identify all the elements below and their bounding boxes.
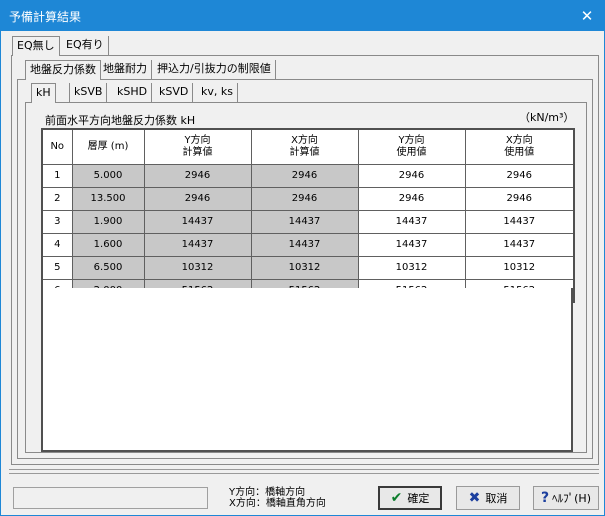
direction-note-y: Y方向：橋軸方向 [229, 487, 306, 498]
grid-header-row: No 層厚 (m) Y方向 計算値 X方向 計算値 Y方向 使用値 X方向 使用値 [41, 128, 575, 165]
table-row: 5 6.500 10312 10312 10312 10312 [41, 255, 575, 280]
header-y-use-line2: 使用値 [396, 146, 427, 158]
tab-eq-none[interactable]: EQ無し [12, 36, 60, 56]
cell-x-use[interactable]: 14437 [464, 232, 575, 257]
confirm-button[interactable]: ✔ 確定 [378, 486, 442, 510]
window-title: 予備計算結果 [9, 10, 82, 24]
cancel-button[interactable]: ✖ 取消 [456, 486, 520, 510]
row-no: 1 [41, 163, 73, 188]
cell-thickness: 6.500 [71, 255, 145, 280]
tab-push-pull-limit[interactable]: 押込力/引抜力の制限値 [153, 60, 276, 80]
cell-y-use[interactable]: 14437 [357, 209, 466, 234]
cell-y-calc: 2946 [143, 163, 252, 188]
help-question-icon: ? [541, 490, 550, 506]
cell-x-use[interactable]: 2946 [464, 163, 575, 188]
cell-thickness: 1.600 [71, 232, 145, 257]
header-thickness: 層厚 (m) [71, 128, 145, 165]
cell-x-calc: 2946 [250, 163, 359, 188]
cell-x-use[interactable]: 2946 [464, 186, 575, 211]
table-row: 4 1.600 14437 14437 14437 14437 [41, 232, 575, 257]
cell-thickness: 5.000 [71, 163, 145, 188]
header-no-text: No [50, 140, 65, 152]
cell-y-use[interactable]: 2946 [357, 186, 466, 211]
header-y-calc: Y方向 計算値 [143, 128, 252, 165]
cell-y-calc: 10312 [143, 255, 252, 280]
cell-thickness: 1.900 [71, 209, 145, 234]
checkmark-icon: ✔ [390, 490, 403, 506]
tab-eq-with[interactable]: EQ有り [62, 36, 109, 56]
row-no: 4 [41, 232, 73, 257]
cell-x-calc: 14437 [250, 209, 359, 234]
header-y-calc-line2: 計算値 [182, 146, 213, 158]
cell-x-calc: 2946 [250, 186, 359, 211]
footer-divider [9, 469, 599, 470]
header-x-use-line2: 使用値 [504, 146, 535, 158]
cell-x-use[interactable]: 10312 [464, 255, 575, 280]
row-no: 5 [41, 255, 73, 280]
cell-y-calc: 14437 [143, 232, 252, 257]
cell-y-use[interactable]: 10312 [357, 255, 466, 280]
cancel-x-icon: ✖ [468, 490, 481, 506]
cell-y-calc: 2946 [143, 186, 252, 211]
header-y-use: Y方向 使用値 [357, 128, 466, 165]
tab-bearing-capacity[interactable]: 地盤耐力 [99, 60, 152, 80]
help-button[interactable]: ? ﾍﾙﾌﾟ(H) [533, 486, 599, 510]
help-label: ﾍﾙﾌﾟ(H) [552, 492, 591, 505]
cell-y-calc: 14437 [143, 209, 252, 234]
table-row: 2 13.500 2946 2946 2946 2946 [41, 186, 575, 211]
dialog-window: 予備計算結果 ✕ EQ無し EQ有り 地盤反力係数 地盤耐力 押込力/引抜力の制… [0, 0, 605, 516]
unit-label: （kN/m³） [519, 111, 575, 124]
tab-subgrade-reaction[interactable]: 地盤反力係数 [25, 60, 101, 80]
row-no: 3 [41, 209, 73, 234]
grid-empty-area [41, 288, 573, 452]
table-row: 1 5.000 2946 2946 2946 2946 [41, 163, 575, 188]
table-row: 3 1.900 14437 14437 14437 14437 [41, 209, 575, 234]
header-y-use-line1: Y方向 [398, 134, 425, 146]
header-x-calc-line2: 計算値 [289, 146, 320, 158]
row-no: 2 [41, 186, 73, 211]
cell-y-use[interactable]: 14437 [357, 232, 466, 257]
tab-kshd[interactable]: kSHD [113, 83, 153, 103]
title-bar: 予備計算結果 ✕ [1, 1, 604, 31]
tab-ksvb[interactable]: kSVB [69, 83, 108, 103]
cancel-label: 取消 [485, 492, 508, 505]
direction-note-x: X方向：橋軸直角方向 [229, 498, 326, 509]
panel-heading: 前面水平方向地盤反力係数 kH [45, 114, 196, 127]
header-y-calc-line1: Y方向 [184, 134, 211, 146]
header-x-calc: X方向 計算値 [250, 128, 359, 165]
footer-divider-2 [9, 473, 599, 474]
status-field [13, 487, 208, 509]
cell-y-use[interactable]: 2946 [357, 163, 466, 188]
header-x-calc-line1: X方向 [291, 134, 318, 146]
cell-x-calc: 10312 [250, 255, 359, 280]
tab-kh[interactable]: kH [31, 83, 56, 103]
tab-ksvd[interactable]: kSVD [155, 83, 194, 103]
cell-thickness: 13.500 [71, 186, 145, 211]
cell-x-calc: 14437 [250, 232, 359, 257]
tab-kv-ks[interactable]: kv, ks [197, 83, 238, 103]
close-icon[interactable]: ✕ [570, 1, 604, 31]
header-x-use: X方向 使用値 [464, 128, 575, 165]
cell-x-use[interactable]: 14437 [464, 209, 575, 234]
result-grid: No 層厚 (m) Y方向 計算値 X方向 計算値 Y方向 使用値 X方向 使用値 1 … [41, 128, 575, 303]
header-thickness-text: 層厚 (m) [87, 140, 129, 152]
confirm-label: 確定 [407, 492, 430, 505]
header-x-use-line1: X方向 [505, 134, 533, 146]
header-no: No [41, 128, 73, 165]
